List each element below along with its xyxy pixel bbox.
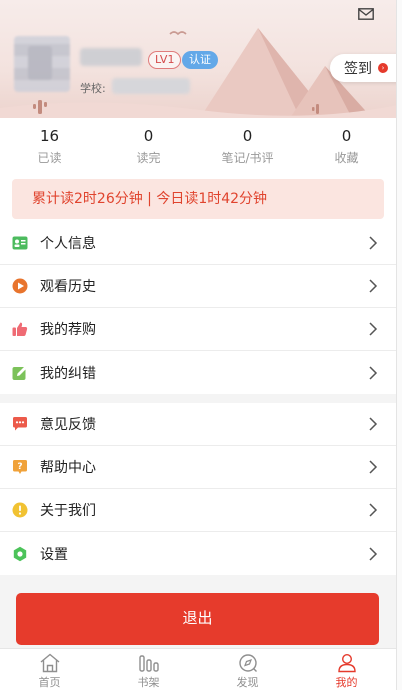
reading-time-section: 累计读2时26分钟 | 今日读1时42分钟	[0, 172, 396, 222]
chevron-right-icon	[369, 503, 378, 517]
menu-item-corrections[interactable]: 我的纠错	[0, 351, 396, 394]
tab-mine[interactable]: 我的	[297, 649, 396, 690]
mail-icon[interactable]	[358, 8, 374, 20]
menu-item-label: 设置	[40, 546, 68, 563]
chevron-right-icon	[369, 417, 378, 431]
menu-item-watch-history[interactable]: 观看历史	[0, 265, 396, 308]
menu-item-recommend[interactable]: 我的荐购	[0, 308, 396, 351]
chevron-right-icon	[369, 460, 378, 474]
play-history-icon	[12, 278, 28, 294]
profile-header: LV1 认证 学校: 签到 ›	[0, 0, 402, 118]
tab-label: 发现	[236, 676, 259, 689]
menu-item-label: 意见反馈	[40, 417, 96, 433]
profile-icon	[337, 653, 356, 673]
stat-value: 16	[39, 127, 60, 145]
tab-home[interactable]: 首页	[0, 649, 99, 690]
menu-item-label: 我的纠错	[40, 365, 96, 382]
stats-row: 16 已读 0 读完 0 笔记/书评 0 收藏	[0, 118, 396, 172]
help-icon: ?	[12, 459, 28, 475]
stat-favorites[interactable]: 0 收藏	[297, 118, 396, 172]
home-icon	[40, 653, 59, 673]
stat-notes[interactable]: 0 笔记/书评	[198, 118, 297, 172]
chevron-right-icon	[369, 279, 378, 293]
menu-item-label: 观看历史	[40, 279, 96, 295]
stat-finished[interactable]: 0 读完	[99, 118, 198, 172]
menu-item-label: 关于我们	[40, 503, 96, 519]
logout-button[interactable]: 退出	[16, 593, 379, 645]
menu-group-account: 个人信息 观看历史 我的荐购 我的纠错	[0, 222, 396, 394]
tab-bookshelf[interactable]: 书架	[99, 649, 198, 690]
stat-label: 已读	[37, 151, 62, 165]
chevron-right-icon	[369, 546, 378, 561]
tab-label: 我的	[335, 676, 358, 689]
stat-value: 0	[143, 127, 154, 145]
stat-value: 0	[341, 127, 352, 145]
level-badge: LV1	[148, 51, 182, 69]
tab-discover[interactable]: 发现	[198, 649, 297, 690]
stat-value: 0	[242, 127, 253, 145]
menu-item-label: 我的荐购	[40, 322, 96, 338]
menu-item-settings[interactable]: 设置	[0, 532, 396, 575]
thumbs-up-icon	[12, 321, 28, 337]
stat-label: 读完	[136, 151, 161, 165]
tab-label: 首页	[38, 676, 61, 689]
menu-item-about-us[interactable]: 关于我们	[0, 489, 396, 532]
reading-time-banner: 累计读2时26分钟 | 今日读1时42分钟	[12, 179, 384, 219]
school-label: 学校:	[80, 82, 106, 95]
feedback-icon	[12, 416, 28, 432]
menu-item-feedback[interactable]: 意见反馈	[0, 403, 396, 446]
username-blurred	[80, 48, 142, 66]
settings-icon	[12, 546, 28, 562]
menu-item-personal-info[interactable]: 个人信息	[0, 222, 396, 265]
menu-group-support: 意见反馈 ? 帮助中心 关于我们 设置	[0, 403, 396, 575]
discover-icon	[238, 654, 257, 672]
logout-section: 退出	[0, 576, 396, 648]
checkin-label: 签到	[344, 61, 372, 77]
svg-text:?: ?	[17, 462, 22, 472]
chevron-right-icon	[369, 236, 378, 250]
scrollbar-track	[396, 0, 402, 690]
menu-item-label: 个人信息	[40, 236, 96, 252]
stat-label: 笔记/书评	[221, 151, 274, 165]
avatar[interactable]	[14, 36, 70, 92]
menu-item-help-center[interactable]: ? 帮助中心	[0, 446, 396, 489]
chevron-right-icon: ›	[378, 63, 388, 73]
verify-badge[interactable]: 认证	[182, 51, 218, 69]
tab-label: 书架	[137, 676, 160, 689]
profile-card-icon	[12, 235, 28, 251]
school-name-blurred	[112, 78, 190, 94]
edit-icon	[12, 365, 28, 381]
stat-label: 收藏	[334, 151, 359, 165]
info-icon	[12, 502, 28, 518]
bookshelf-icon	[138, 655, 159, 672]
bottom-tab-bar: 首页 书架 发现 我的	[0, 648, 396, 690]
chevron-right-icon	[369, 365, 378, 380]
stat-read[interactable]: 16 已读	[0, 118, 99, 172]
menu-item-label: 帮助中心	[40, 460, 96, 476]
chevron-right-icon	[369, 322, 378, 336]
checkin-button[interactable]: 签到 ›	[330, 54, 402, 82]
